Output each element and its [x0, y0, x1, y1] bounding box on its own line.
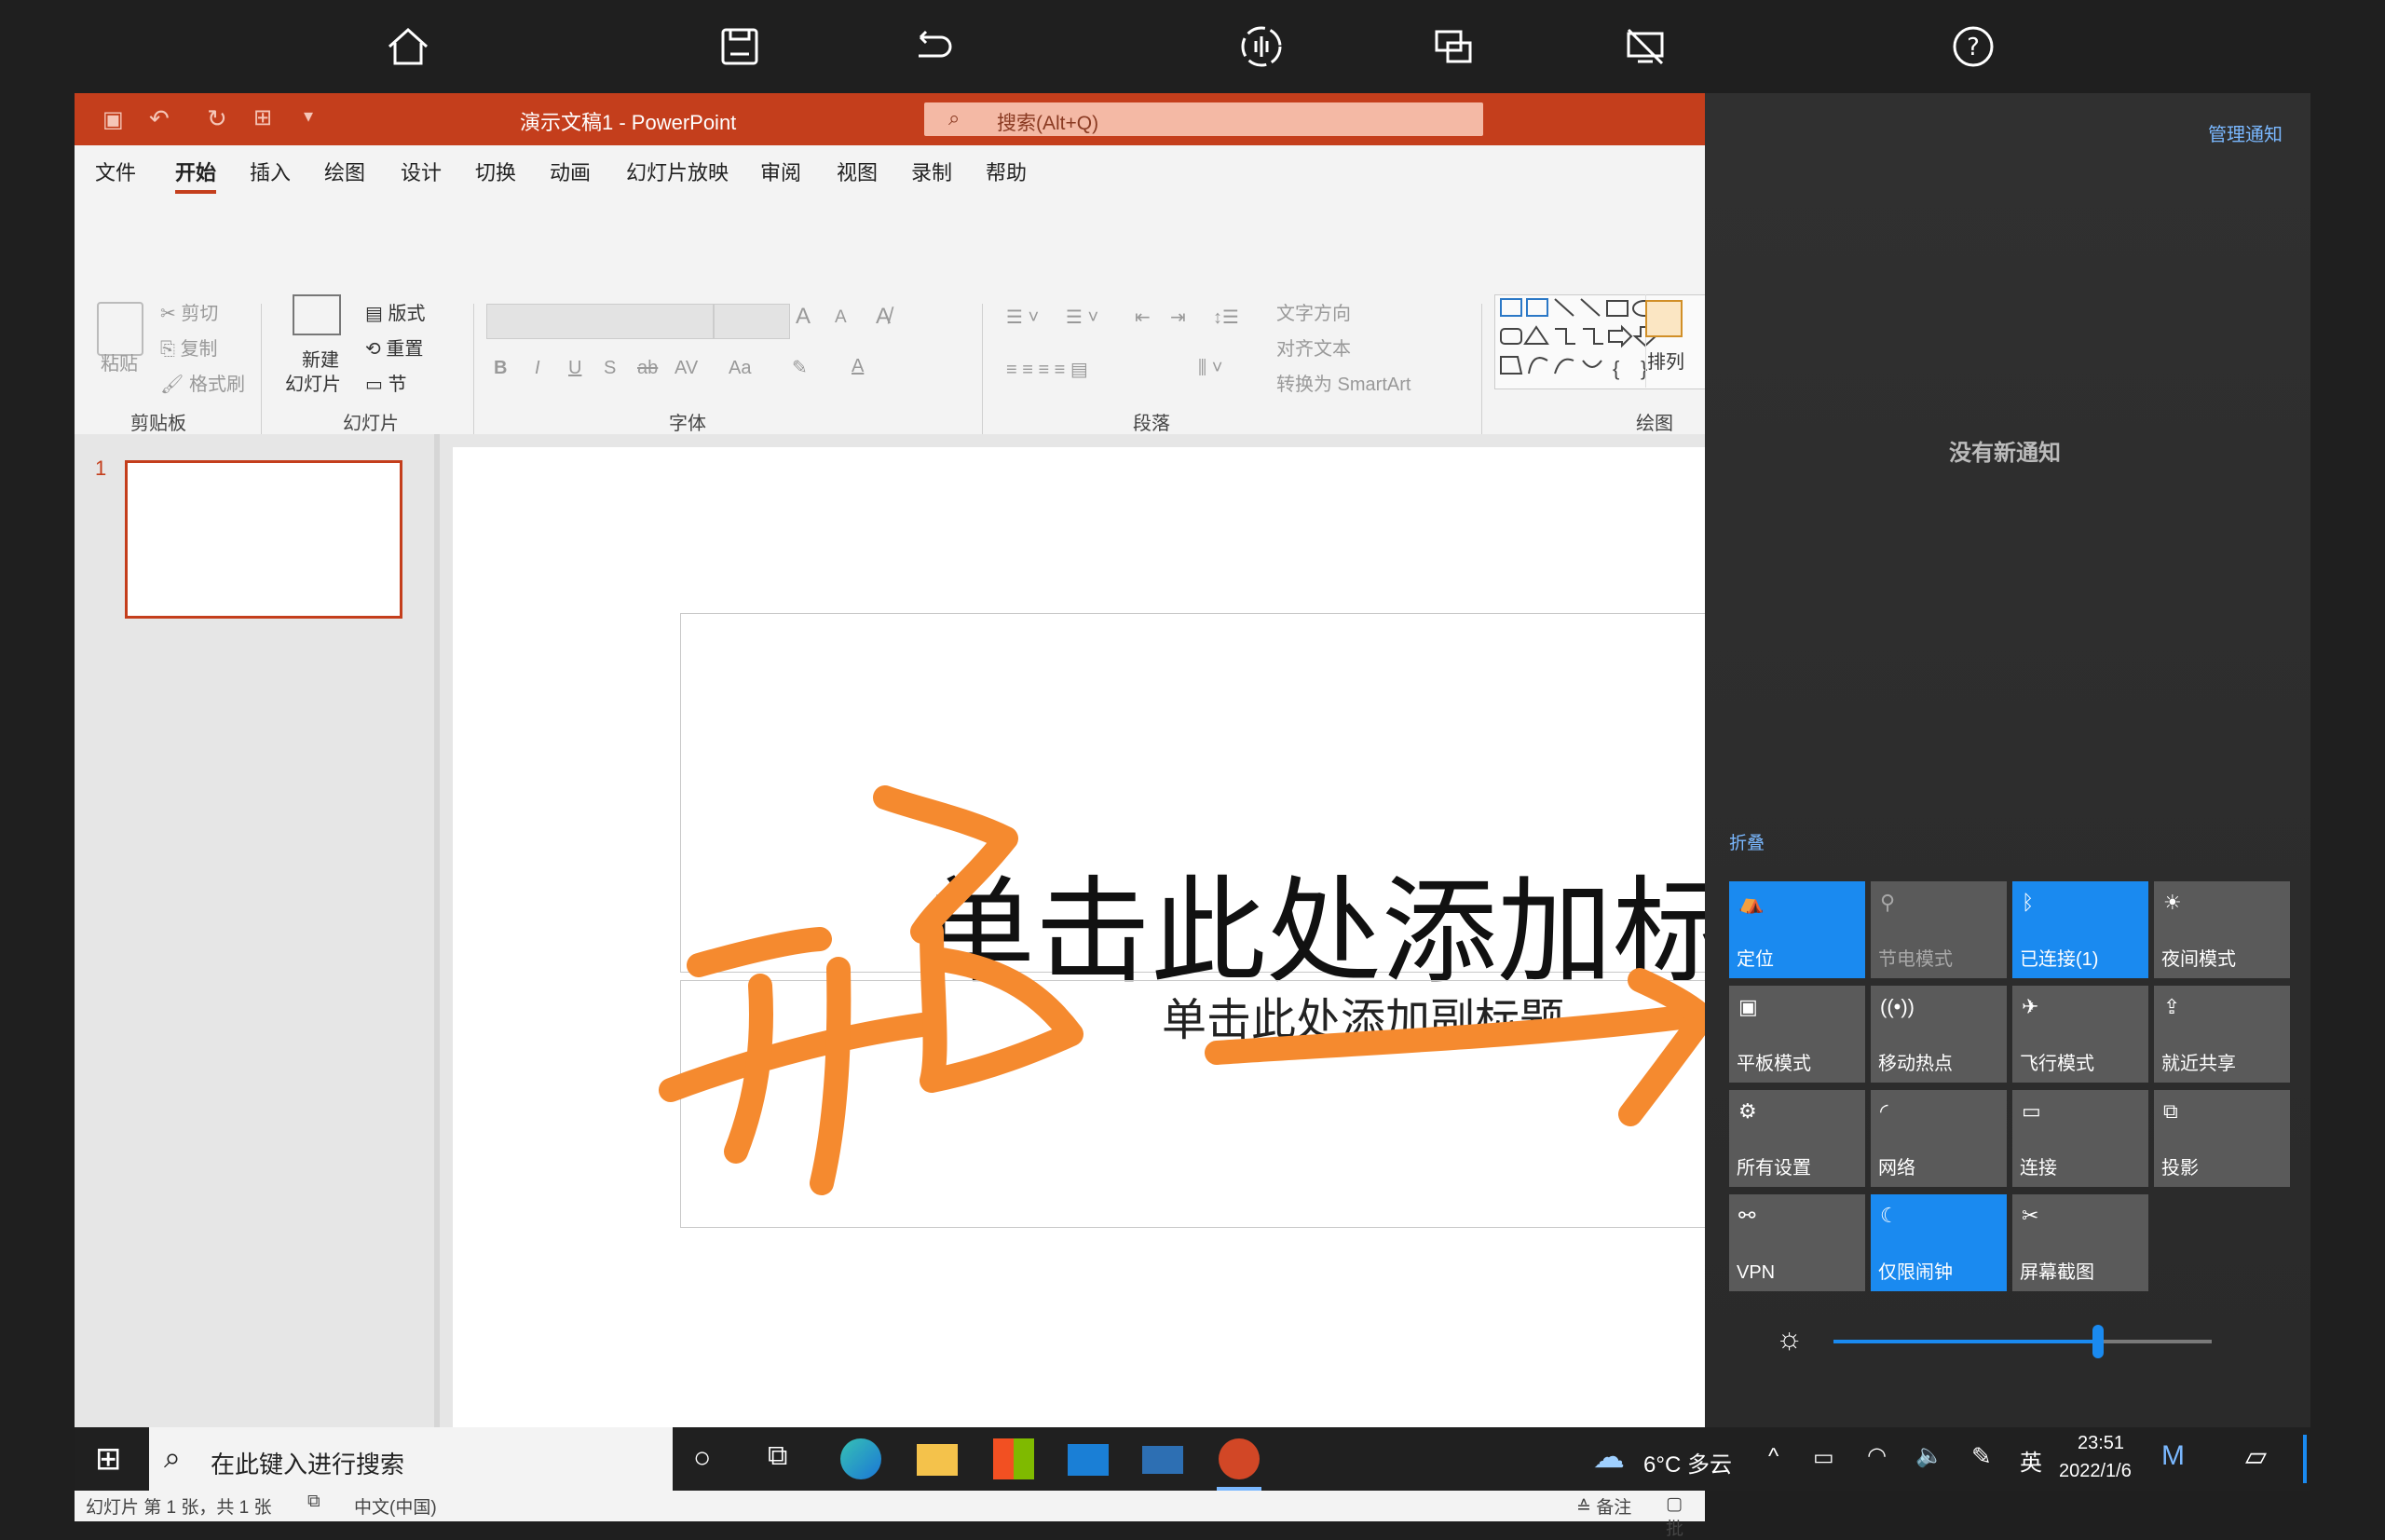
quick-action-label: 定位 — [1737, 949, 1774, 970]
quick-action-tile[interactable]: ☾ 仅限闹钟 — [1871, 1194, 2007, 1291]
accessibility-icon[interactable]: ⧉ — [307, 1492, 320, 1512]
brightness-slider[interactable] — [1833, 1325, 2212, 1358]
quick-action-tile[interactable]: ✈ 飞行模式 — [2012, 986, 2148, 1083]
language-status[interactable]: 中文(中国) — [354, 1493, 437, 1519]
ink-stroke — [810, 957, 852, 1195]
location-icon: ⛺ — [1738, 891, 1765, 914]
brightness-icon: ☼ — [1776, 1321, 1804, 1355]
pc-connect-icon[interactable] — [1142, 1446, 1183, 1474]
manage-notifications-link[interactable]: 管理通知 — [2208, 119, 2283, 146]
quick-action-tile[interactable]: ▭ 连接 — [2012, 1090, 2148, 1187]
ime-indicator[interactable]: 英 — [2020, 1444, 2042, 1477]
settings-icon: ⚙ — [1738, 1099, 1757, 1123]
battery-icon[interactable]: ▭ — [1813, 1444, 1834, 1471]
quick-action-label: 投影 — [2161, 1158, 2199, 1179]
night-light-icon: ☀ — [2163, 891, 2182, 914]
quick-action-label: 网络 — [1878, 1158, 1915, 1179]
task-view-icon[interactable]: ⧉ — [768, 1440, 809, 1481]
ink-stroke — [659, 1013, 934, 1102]
mail-notification-icon[interactable]: M — [2161, 1440, 2185, 1472]
search-icon: ⌕ — [164, 1440, 181, 1474]
bluetooth-icon: ᛒ — [2022, 891, 2035, 914]
comments-button[interactable]: ▢ 批 — [1666, 1493, 1705, 1540]
quick-action-tile[interactable]: ▣ 平板模式 — [1729, 986, 1865, 1083]
wifi-icon[interactable]: ◠ — [1867, 1442, 1887, 1469]
taskbar: ⊞ ⌕ 在此键入进行搜索 ○ ⧉ ☁ 6°C 多云 ^ ▭ ◠ 🔈 ✎ 英 23… — [75, 1427, 2310, 1491]
file-explorer-icon[interactable] — [917, 1444, 958, 1476]
focus-assist-icon: ☾ — [1880, 1204, 1899, 1227]
mail-icon[interactable] — [1068, 1444, 1109, 1476]
project-icon: ⧉ — [2163, 1099, 2178, 1123]
quick-actions: ⛺ 定位 ⚲ 节电模式 ᛒ 已连接(1) ☀ 夜间模式 ▣ 平板模式 ((•)) 移动热点 ✈ 飞行模式 ⇪… — [1729, 881, 2297, 1291]
airplane-icon: ✈ — [2022, 995, 2039, 1018]
quick-action-label: 平板模式 — [1737, 1054, 1811, 1074]
ink-stroke — [920, 920, 1083, 1093]
nearby-share-icon: ⇪ — [2163, 995, 2181, 1018]
quick-action-tile[interactable]: ((•)) 移动热点 — [1871, 986, 2007, 1083]
taskbar-search[interactable]: ⌕ 在此键入进行搜索 — [149, 1427, 673, 1491]
ink-stroke — [687, 927, 832, 977]
pen-icon[interactable]: ✎ — [1971, 1442, 1992, 1471]
comments-label: 批 — [1666, 1520, 1684, 1539]
connect-icon: ▭ — [2022, 1099, 2041, 1123]
quick-action-tile[interactable]: ⚙ 所有设置 — [1729, 1090, 1865, 1187]
active-indicator — [1217, 1487, 1261, 1491]
ink-stroke — [1618, 968, 1715, 1126]
quick-action-label: 夜间模式 — [2161, 949, 2236, 970]
cortana-icon[interactable]: ○ — [693, 1440, 734, 1481]
brightness-fill — [1833, 1340, 2099, 1343]
status-bar: 幻灯片 第 1 张，共 1 张 ⧉ 中文(中国) ≙ 备注 ▢ 批 — [75, 1487, 1705, 1539]
hotspot-icon: ((•)) — [1880, 995, 1915, 1018]
quick-action-label: 移动热点 — [1878, 1054, 1953, 1074]
network-icon: ◜ — [1880, 1099, 1888, 1123]
quick-action-tile[interactable]: ☀ 夜间模式 — [2154, 881, 2290, 978]
vpn-icon: ⚯ — [1738, 1204, 1756, 1227]
weather-icon[interactable]: ☁ — [1593, 1438, 1625, 1476]
show-desktop[interactable] — [2303, 1435, 2307, 1483]
quick-action-label: 就近共享 — [2161, 1054, 2236, 1074]
quick-action-label: 所有设置 — [1737, 1158, 1811, 1179]
tablet-mode-icon: ▣ — [1738, 995, 1758, 1018]
quick-action-tile[interactable]: ⇪ 就近共享 — [2154, 986, 2290, 1083]
quick-action-tile[interactable]: ⚲ 节电模式 — [1871, 881, 2007, 978]
slide-info: 幻灯片 第 1 张，共 1 张 — [86, 1498, 272, 1518]
chevron-up-icon[interactable]: ^ — [1768, 1444, 1779, 1470]
store-icon[interactable] — [993, 1438, 1034, 1479]
weather-text[interactable]: 6°C 多云 — [1643, 1446, 1732, 1479]
collapse-link[interactable]: 折叠 — [1729, 829, 1765, 854]
notification-center-icon[interactable]: ▱ — [2245, 1440, 2267, 1473]
edge-icon[interactable] — [840, 1438, 881, 1479]
quick-action-tile[interactable]: ✂ 屏幕截图 — [2012, 1194, 2148, 1291]
clock-date[interactable]: 2022/1/6 — [2059, 1461, 2132, 1482]
snip-icon: ✂ — [2022, 1204, 2039, 1227]
taskbar-search-placeholder: 在此键入进行搜索 — [211, 1451, 405, 1479]
quick-action-label: 屏幕截图 — [2020, 1262, 2094, 1283]
quick-action-label: VPN — [1737, 1262, 1776, 1283]
ink-stroke — [873, 785, 1018, 944]
quick-action-tile[interactable]: ⛺ 定位 — [1729, 881, 1865, 978]
quick-action-tile[interactable]: ⚯ VPN — [1729, 1194, 1865, 1291]
volume-icon[interactable]: 🔈 — [1915, 1442, 1943, 1469]
quick-action-tile[interactable]: ◜ 网络 — [1871, 1090, 2007, 1187]
quick-action-label: 飞行模式 — [2020, 1054, 2094, 1074]
quick-action-label: 连接 — [2020, 1158, 2057, 1179]
action-center: 管理通知 没有新通知 折叠 ⛺ 定位 ⚲ 节电模式 ᛒ 已连接(1) ☀ 夜间模式 ▣ 平板模式 (… — [1705, 93, 2310, 1427]
battery-saver-icon: ⚲ — [1880, 891, 1896, 914]
powerpoint-taskbar-icon[interactable] — [1219, 1438, 1260, 1479]
quick-action-label: 已连接(1) — [2020, 949, 2099, 970]
no-notifications-text: 没有新通知 — [1949, 441, 2061, 466]
ink-stroke — [1205, 1003, 1708, 1065]
notes-label: 备注 — [1596, 1498, 1632, 1518]
ink-annotation-text: 开启 — [0, 0, 1, 1]
quick-action-tile[interactable]: ⧉ 投影 — [2154, 1090, 2290, 1187]
start-icon[interactable]: ⊞ — [95, 1440, 122, 1478]
quick-action-tile[interactable]: ᛒ 已连接(1) — [2012, 881, 2148, 978]
quick-action-label: 仅限闹钟 — [1878, 1262, 1953, 1283]
quick-action-label: 节电模式 — [1878, 949, 1953, 970]
brightness-thumb[interactable] — [2092, 1325, 2105, 1358]
notes-button[interactable]: ≙ 备注 — [1576, 1493, 1631, 1519]
clock-time[interactable]: 23:51 — [2078, 1433, 2124, 1454]
